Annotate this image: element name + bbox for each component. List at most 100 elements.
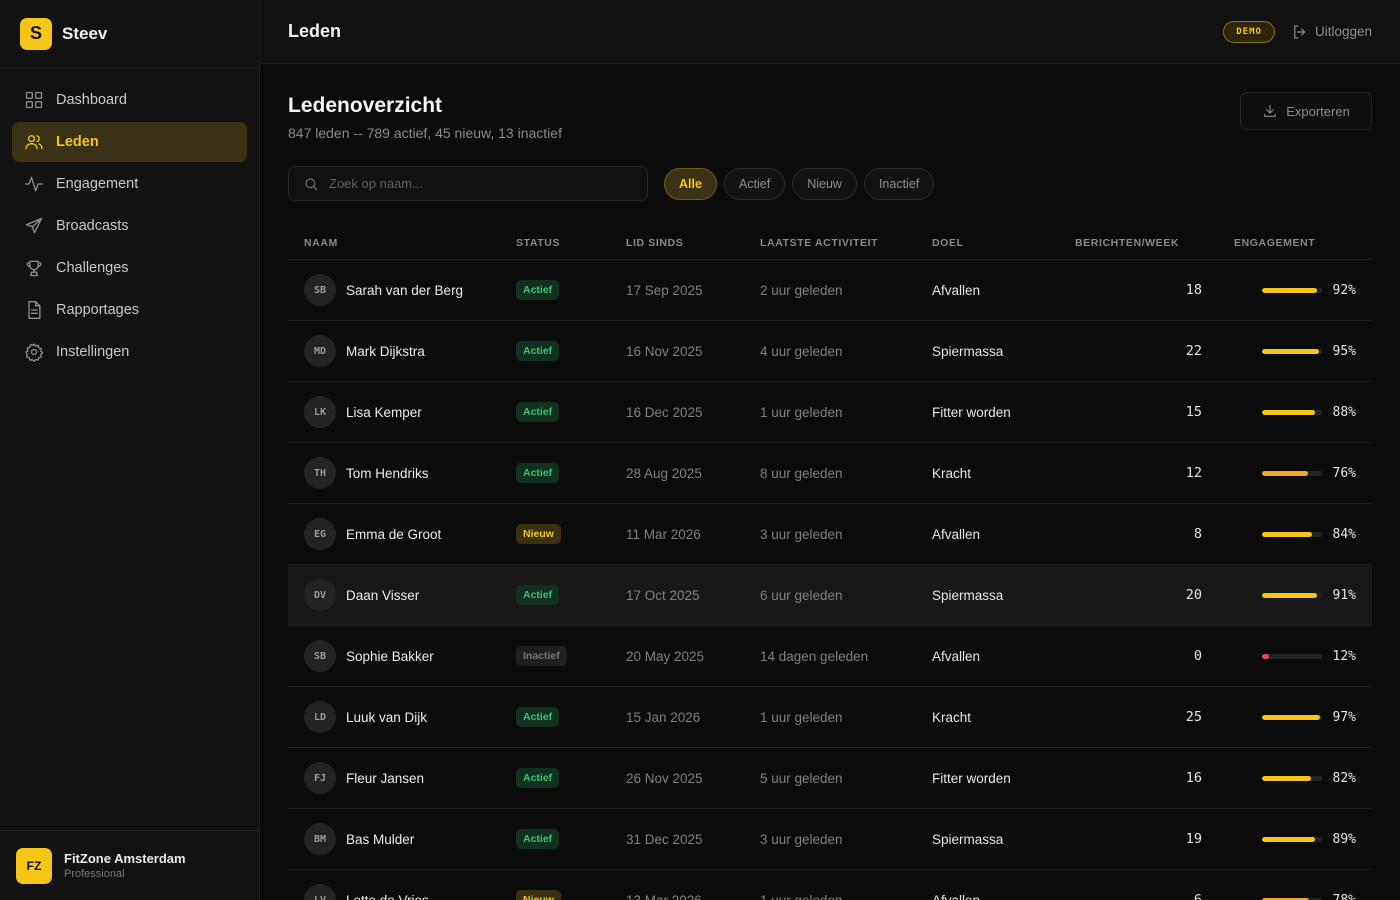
member-name: Daan Visser (346, 587, 420, 603)
logout-icon (1294, 24, 1306, 39)
engagement-bar (1262, 775, 1322, 781)
org-switcher[interactable]: FZ FitZone Amsterdam Professional (0, 830, 259, 900)
member-cell: TH Tom Hendriks (288, 457, 516, 489)
member-since: 20 May 2025 (626, 648, 705, 664)
activity-icon (24, 174, 44, 194)
member-name: Tom Hendriks (346, 465, 429, 481)
member-since: 17 Oct 2025 (626, 587, 700, 603)
avatar: LV (304, 884, 336, 900)
status-badge: Actief (516, 280, 560, 300)
column-header-naam[interactable]: NAAM (288, 237, 516, 249)
member-goal: Afvallen (932, 526, 981, 542)
status-badge: Actief (516, 768, 560, 788)
last-activity: 2 uur geleden (760, 282, 843, 298)
engagement-bar-fill (1262, 775, 1312, 781)
column-header-berichten[interactable]: BERICHTEN/WEEK (1069, 237, 1202, 249)
engagement-bar-fill (1262, 470, 1308, 476)
document-icon (24, 300, 44, 320)
last-activity: 3 uur geleden (760, 526, 843, 542)
sidebar-item-label: Broadcasts (56, 218, 129, 234)
brand-logo: S (20, 17, 52, 50)
sidebar-item-broadcasts[interactable]: Broadcasts (12, 206, 247, 246)
table-row[interactable]: TH Tom Hendriks Actief 28 Aug 2025 8 uur… (288, 443, 1372, 504)
engagement-bar (1262, 409, 1322, 415)
messages-per-week: 16 (1185, 770, 1202, 786)
engagement-bar-fill (1262, 714, 1321, 720)
sidebar-item-label: Leden (56, 134, 99, 150)
sidebar-item-rapportages[interactable]: Rapportages (12, 290, 247, 330)
avatar: MD (304, 335, 336, 367)
table-row[interactable]: DV Daan Visser Actief 17 Oct 2025 6 uur … (288, 565, 1372, 626)
avatar: FJ (304, 762, 336, 794)
table-row[interactable]: FJ Fleur Jansen Actief 26 Nov 2025 5 uur… (288, 748, 1372, 809)
engagement-cell: 97% (1202, 710, 1372, 725)
member-cell: SB Sophie Bakker (288, 640, 516, 672)
table-body: SB Sarah van der Berg Actief 17 Sep 2025… (288, 260, 1372, 900)
sidebar-item-challenges[interactable]: Challenges (12, 248, 247, 288)
table-row[interactable]: MD Mark Dijkstra Actief 16 Nov 2025 4 uu… (288, 321, 1372, 382)
table-row[interactable]: BM Bas Mulder Actief 31 Dec 2025 3 uur g… (288, 809, 1372, 870)
engagement-bar (1262, 531, 1322, 537)
export-label: Exporteren (1286, 103, 1350, 119)
status-cell: Actief (516, 585, 626, 605)
last-activity: 8 uur geleden (760, 465, 843, 481)
member-goal: Kracht (932, 709, 972, 725)
engagement-percent: 92% (1332, 282, 1356, 298)
gear-icon (24, 342, 44, 362)
avatar: EG (304, 518, 336, 550)
member-since: 16 Nov 2025 (626, 343, 703, 359)
engagement-percent: 82% (1332, 770, 1356, 786)
export-button[interactable]: Exporteren (1240, 92, 1372, 130)
table-row[interactable]: LD Luuk van Dijk Actief 15 Jan 2026 1 uu… (288, 687, 1372, 748)
filter-inactief[interactable]: Inactief (863, 168, 935, 200)
member-goal: Afvallen (932, 282, 981, 298)
member-cell: MD Mark Dijkstra (288, 335, 516, 367)
engagement-bar (1262, 836, 1322, 842)
trophy-icon (24, 258, 44, 278)
engagement-cell: 84% (1202, 527, 1372, 542)
engagement-cell: 92% (1202, 283, 1372, 298)
column-header-status[interactable]: STATUS (516, 237, 626, 249)
member-goal: Fitter worden (932, 770, 1011, 786)
engagement-cell: 12% (1202, 649, 1372, 664)
filter-actief[interactable]: Actief (723, 168, 786, 200)
column-header-doel[interactable]: DOEL (932, 237, 1069, 249)
logout-button[interactable]: Uitloggen (1291, 23, 1372, 41)
sidebar-item-leden[interactable]: Leden (12, 122, 247, 162)
search-box (288, 166, 648, 201)
member-goal: Spiermassa (932, 831, 1004, 847)
brand[interactable]: S Steev (0, 0, 259, 68)
engagement-percent: 12% (1332, 648, 1356, 664)
avatar: SB (304, 274, 336, 306)
member-goal: Kracht (932, 465, 972, 481)
status-cell: Actief (516, 707, 626, 727)
member-since: 28 Aug 2025 (626, 465, 702, 481)
table-row[interactable]: SB Sophie Bakker Inactief 20 May 2025 14… (288, 626, 1372, 687)
sidebar-item-instellingen[interactable]: Instellingen (12, 332, 247, 372)
engagement-bar (1262, 287, 1322, 293)
member-since: 31 Dec 2025 (626, 831, 703, 847)
column-header-lid-sinds[interactable]: LID SINDS (626, 237, 760, 249)
table-row[interactable]: EG Emma de Groot Nieuw 11 Mar 2026 3 uur… (288, 504, 1372, 565)
column-header-engagement[interactable]: ENGAGEMENT (1202, 237, 1372, 249)
search-input[interactable] (329, 176, 629, 191)
sidebar-item-engagement[interactable]: Engagement (12, 164, 247, 204)
engagement-cell: 88% (1202, 405, 1372, 420)
engagement-percent: 95% (1332, 343, 1356, 359)
grid-icon (24, 90, 44, 110)
member-goal: Spiermassa (932, 587, 1004, 603)
column-header-laatste-activiteit[interactable]: LAATSTE ACTIVITEIT (760, 237, 932, 249)
filter-nieuw[interactable]: Nieuw (792, 168, 857, 200)
engagement-cell: 76% (1202, 466, 1372, 481)
member-since: 16 Dec 2025 (626, 404, 703, 420)
table-row[interactable]: LV Lotte de Vries Nieuw 13 Mar 2026 1 uu… (288, 870, 1372, 900)
messages-per-week: 8 (1193, 526, 1202, 542)
avatar: DV (304, 579, 336, 611)
sidebar-item-dashboard[interactable]: Dashboard (12, 80, 247, 120)
filter-alle[interactable]: Alle (664, 168, 717, 200)
table-row[interactable]: LK Lisa Kemper Actief 16 Dec 2025 1 uur … (288, 382, 1372, 443)
last-activity: 1 uur geleden (760, 404, 843, 420)
status-badge: Actief (516, 707, 560, 727)
table-row[interactable]: SB Sarah van der Berg Actief 17 Sep 2025… (288, 260, 1372, 321)
member-cell: LD Luuk van Dijk (288, 701, 516, 733)
